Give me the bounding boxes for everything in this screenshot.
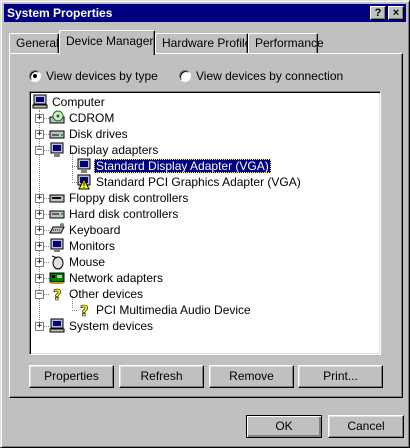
disk-drive-icon <box>49 130 65 139</box>
tree-item-monitors[interactable]: + Monitors <box>35 238 235 254</box>
system-device-icon <box>49 318 65 333</box>
tree-item-disk-drives[interactable]: + Disk drives <box>35 126 235 142</box>
expand-button[interactable]: + <box>35 130 44 139</box>
tree-item-label: System devices <box>69 319 154 333</box>
expand-button[interactable]: + <box>35 242 44 251</box>
tree-item-cdrom[interactable]: + CDROM <box>35 110 235 126</box>
collapse-button[interactable]: − <box>35 146 44 155</box>
collapse-button[interactable]: − <box>35 290 44 299</box>
monitor-icon <box>50 238 64 252</box>
help-button[interactable]: ? <box>370 6 386 20</box>
tree-child-standard-display-adapter[interactable]: Standard Display Adapter (VGA) <box>68 158 288 174</box>
tree-item-label: Standard PCI Graphics Adapter (VGA) <box>96 175 301 189</box>
unknown-device-icon: ? <box>80 302 89 318</box>
expand-button[interactable]: + <box>35 226 44 235</box>
window-title: System Properties <box>7 6 113 20</box>
expand-button[interactable]: + <box>35 194 44 203</box>
tab-device-manager[interactable]: Device Manager <box>59 30 155 55</box>
tree-child-pci-multimedia-audio[interactable]: ? PCI Multimedia Audio Device <box>68 302 288 318</box>
keyboard-icon <box>49 223 65 234</box>
system-properties-window: System Properties ? × General Device Man… <box>0 0 410 448</box>
tree-item-network-adapters[interactable]: + Network adapters <box>35 270 235 286</box>
cdrom-icon <box>49 110 65 124</box>
tree-item-label: CDROM <box>69 111 115 125</box>
tree-item-label: Standard Display Adapter (VGA) <box>94 159 271 173</box>
tree-item-label: Other devices <box>69 287 144 301</box>
display-adapter-icon <box>77 158 91 173</box>
unknown-device-icon: ? <box>53 286 62 302</box>
display-adapter-icon <box>50 142 64 157</box>
cancel-button[interactable]: Cancel <box>328 415 404 438</box>
tree-item-label: Monitors <box>69 239 116 253</box>
computer-icon <box>32 94 48 109</box>
tab-general[interactable]: General <box>9 33 59 54</box>
expand-button[interactable]: + <box>35 322 44 331</box>
refresh-button[interactable]: Refresh <box>119 365 204 388</box>
title-bar[interactable]: System Properties ? × <box>4 4 406 22</box>
floppy-controller-icon <box>49 194 65 203</box>
ok-button[interactable]: OK <box>246 415 322 438</box>
svg-text:?: ? <box>80 302 89 318</box>
remove-button[interactable]: Remove <box>209 365 294 388</box>
tree-item-label: Display adapters <box>69 143 159 157</box>
tree-item-label: Mouse <box>69 255 106 269</box>
tree-item-label: Network adapters <box>69 271 164 285</box>
network-adapter-icon <box>49 272 65 284</box>
view-by-connection-option[interactable]: View devices by connection <box>179 69 349 83</box>
tree-child-standard-pci-graphics-adapter[interactable]: Standard PCI Graphics Adapter (VGA) <box>68 174 308 190</box>
properties-button[interactable]: Properties <box>29 365 114 388</box>
view-by-type-radio[interactable] <box>29 70 41 82</box>
view-by-connection-label: View devices by connection <box>196 69 344 83</box>
print-button[interactable]: Print... <box>298 365 383 388</box>
tab-performance[interactable]: Performance <box>248 33 324 54</box>
tree-item-display-adapters[interactable]: − Display adapters <box>35 142 235 158</box>
mouse-icon <box>51 255 64 270</box>
tree-item-keyboard[interactable]: + Keyboard <box>35 222 235 238</box>
tree-item-label: Hard disk controllers <box>69 207 179 221</box>
device-tree[interactable]: Computer + CDROM + Disk drives − Display… <box>29 91 381 355</box>
tree-item-label: Disk drives <box>69 127 128 141</box>
close-button[interactable]: × <box>388 6 404 20</box>
tree-item-label: PCI Multimedia Audio Device <box>96 303 251 317</box>
view-by-type-label: View devices by type <box>46 69 158 83</box>
tree-item-other-devices[interactable]: − ? Other devices <box>35 286 235 302</box>
expand-button[interactable]: + <box>35 114 44 123</box>
tree-item-label: Keyboard <box>69 223 121 237</box>
tree-item-label: Floppy disk controllers <box>69 191 189 205</box>
tree-item-mouse[interactable]: + Mouse <box>35 254 235 270</box>
tree-item-system-devices[interactable]: + System devices <box>35 318 235 334</box>
hdd-controller-icon <box>49 210 65 219</box>
view-by-type-option[interactable]: View devices by type <box>29 69 179 83</box>
expand-button[interactable]: + <box>35 274 44 283</box>
expand-button[interactable]: + <box>35 258 44 267</box>
tree-item-floppy-controllers[interactable]: + Floppy disk controllers <box>35 190 235 206</box>
tree-root-label: Computer <box>52 95 105 109</box>
svg-text:?: ? <box>53 286 62 302</box>
tree-item-hdd-controllers[interactable]: + Hard disk controllers <box>35 206 235 222</box>
tab-hardware-profiles[interactable]: Hardware Profiles <box>155 33 257 54</box>
tree-root[interactable]: Computer <box>32 94 232 110</box>
expand-button[interactable]: + <box>35 210 44 219</box>
view-by-connection-radio[interactable] <box>179 70 191 82</box>
warning-icon <box>78 178 90 190</box>
